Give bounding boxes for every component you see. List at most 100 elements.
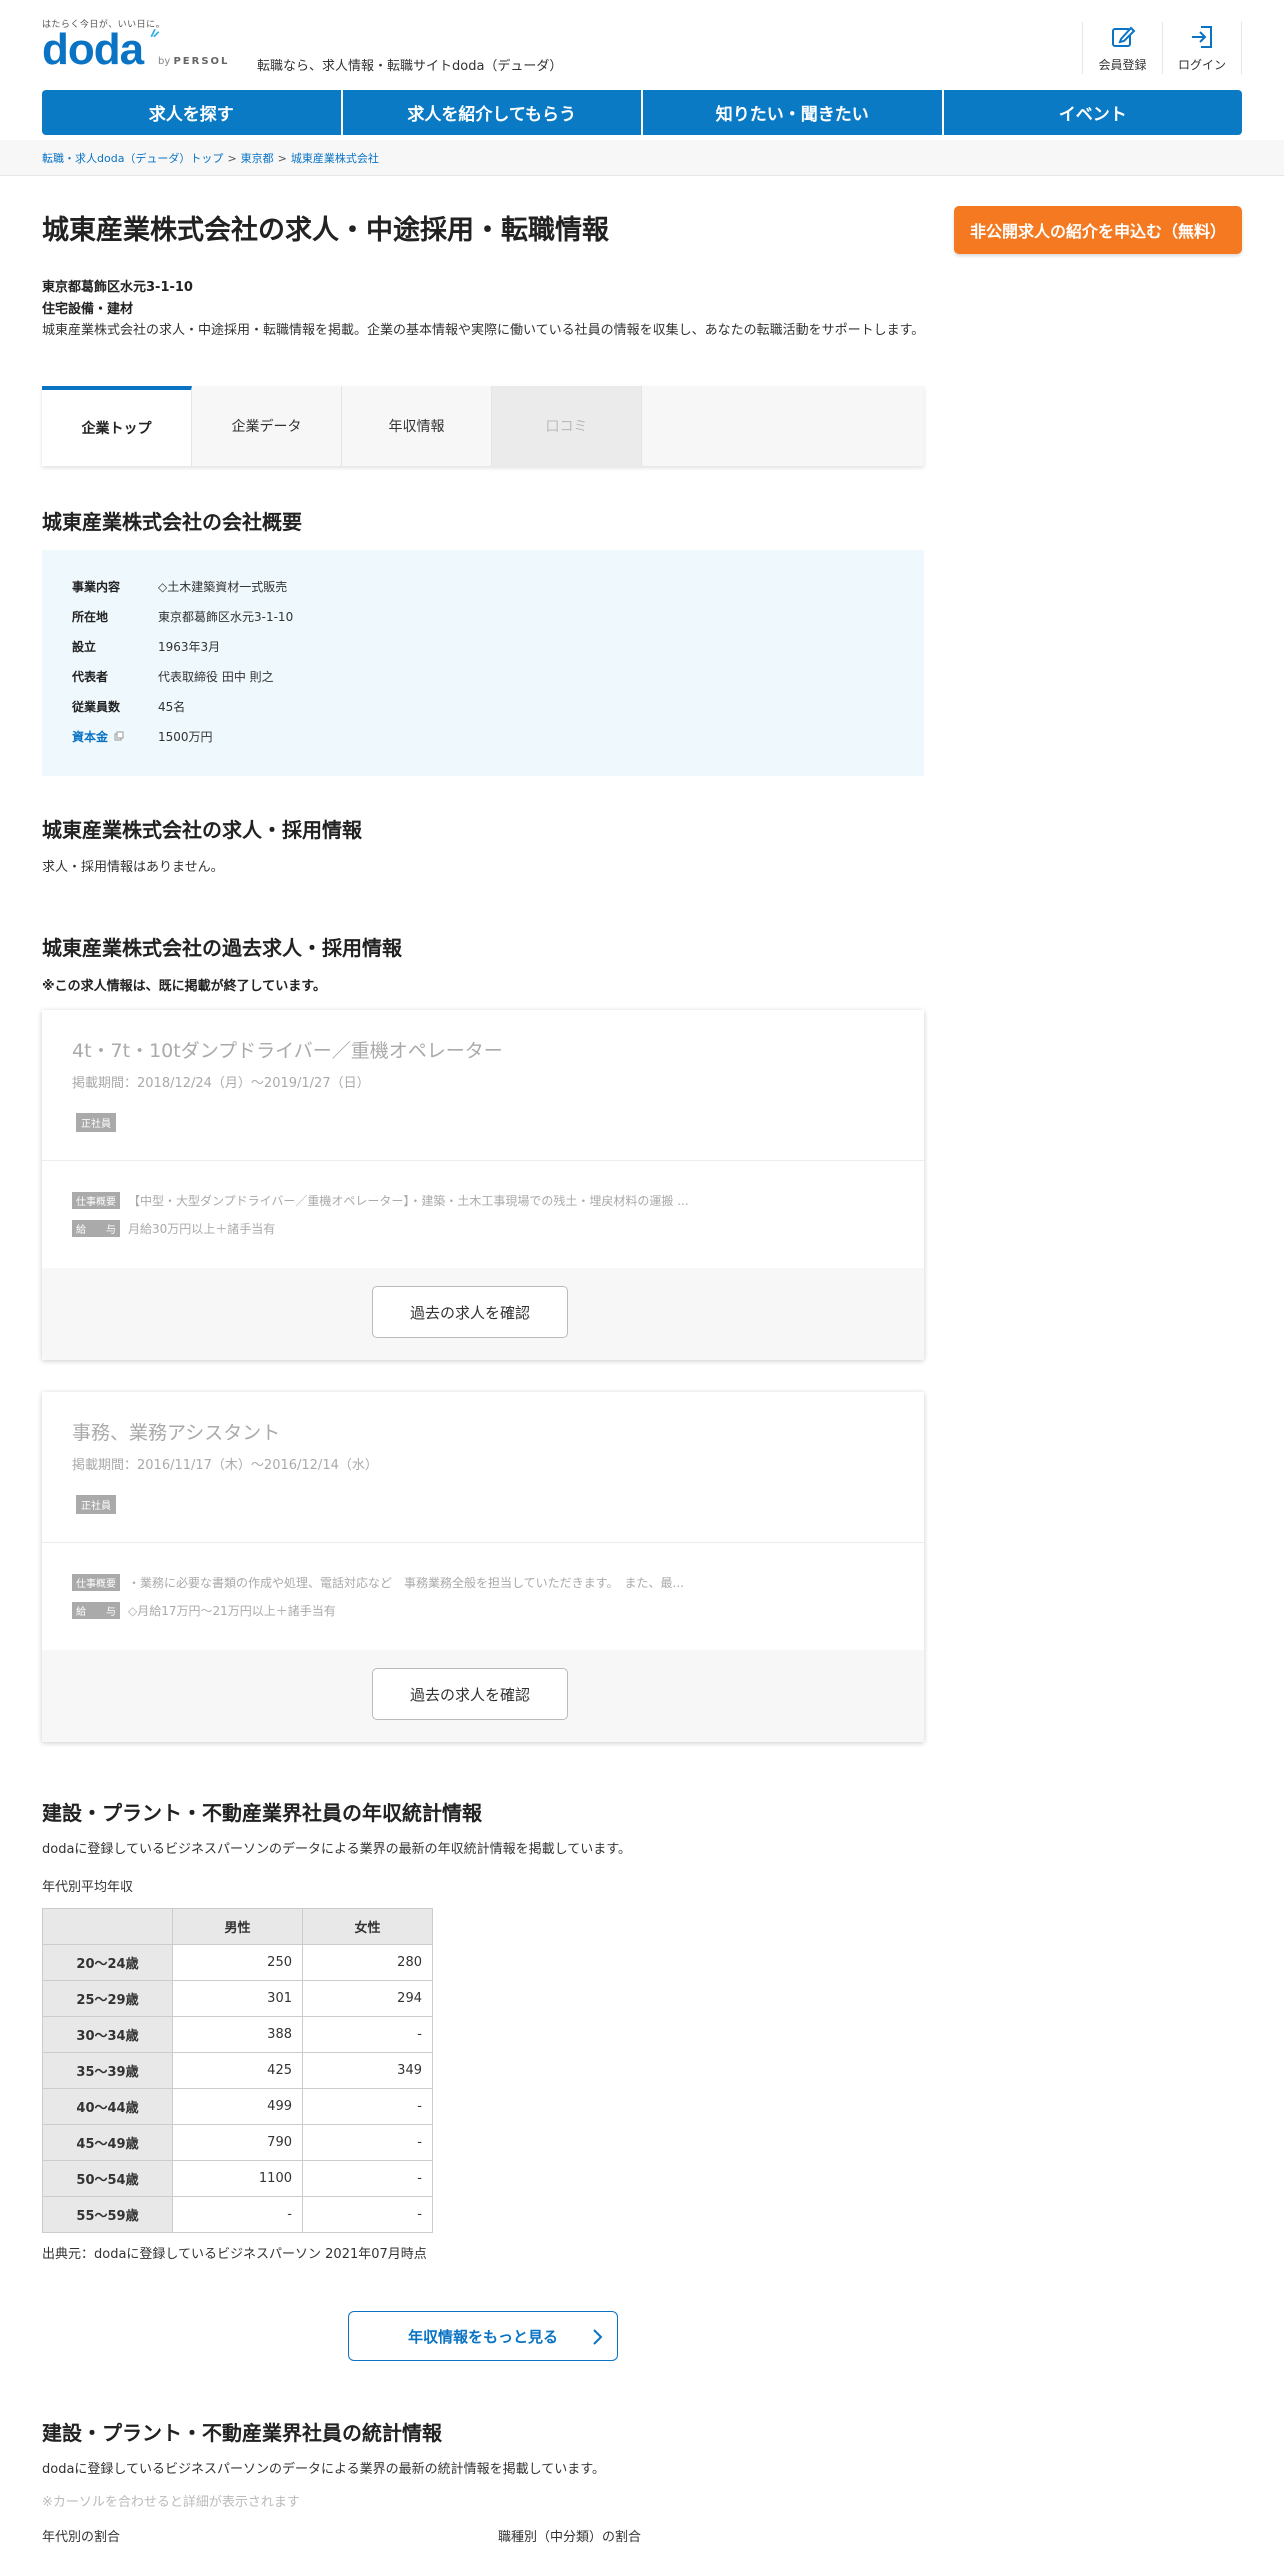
company-overview: 事業内容 ◇土木建築資材一式販売 所在地 東京都葛飾区水元3-1-10 設立 1…	[42, 550, 924, 776]
male-salary: 301	[172, 1980, 303, 2017]
job-salary: 給 与 ◇月給17万円～21万円以上＋諸手当有	[72, 1602, 336, 1619]
divider	[42, 1542, 924, 1543]
overview-row: 代表者 代表取締役 田中 則之	[72, 668, 274, 688]
view-past-job-button[interactable]: 過去の求人を確認	[372, 1668, 568, 1720]
nav-job-referral[interactable]: 求人を紹介してもらう	[342, 90, 643, 135]
login-button[interactable]: ログイン	[1162, 22, 1242, 74]
company-intro: 城東産業株式会社の求人・中途採用・転職情報を掲載。企業の基本情報や実際に働いてい…	[42, 323, 925, 338]
past-jobs-heading: 城東産業株式会社の過去求人・採用情報	[42, 936, 402, 960]
male-salary: 388	[172, 2016, 303, 2053]
job-title[interactable]: 事務、業務アシスタント	[72, 1418, 280, 1445]
employment-type-badge: 正社員	[76, 1113, 116, 1132]
overview-value: 1500万円	[158, 730, 213, 744]
nav-events[interactable]: イベント	[943, 90, 1242, 135]
salary-label: 給 与	[72, 1602, 120, 1619]
summary-text: 【中型・大型ダンプドライバー／重機オペレーター】・建築・土木工事現場での残土・埋…	[128, 1194, 689, 1208]
overview-key: 従業員数	[72, 700, 121, 714]
overview-heading: 城東産業株式会社の会社概要	[42, 510, 302, 534]
table-row: 55～59歳 - -	[42, 2196, 433, 2233]
company-tabs: 企業トップ 企業データ 年収情報 口コミ	[42, 386, 924, 466]
nav-find-jobs[interactable]: 求人を探す	[42, 90, 343, 135]
salary-table-caption: 年代別平均年収	[42, 1880, 134, 1895]
salary-label: 給 与	[72, 1220, 120, 1237]
breadcrumb-tokyo[interactable]: 東京都	[241, 152, 274, 165]
table-row: 40～44歳 499 -	[42, 2088, 433, 2125]
doda-logo[interactable]: doda	[42, 28, 144, 72]
salary-source: 出典元：dodaに登録しているビジネスパーソン 2021年07月時点	[42, 2247, 427, 2262]
logo-sparkle-icon	[150, 28, 160, 38]
summary-label: 仕事概要	[72, 1192, 120, 1209]
job-card-footer: 過去の求人を確認	[42, 1650, 924, 1742]
overview-key: 代表者	[72, 670, 109, 684]
chevron-right-icon	[593, 2329, 603, 2345]
apply-referral-button[interactable]: 非公開求人の紹介を申込む（無料）	[954, 206, 1242, 254]
stats-heading: 建設・プラント・不動産業界社員の統計情報	[42, 2421, 442, 2445]
age-group: 40～44歳	[42, 2088, 173, 2125]
male-salary: 425	[172, 2052, 303, 2089]
company-industry: 住宅設備・建材	[42, 302, 134, 317]
site-header: はたらく今日が、いい日に。 doda by PERSOL 転職なら、求人情報・転…	[0, 0, 1284, 80]
breadcrumb-separator: >	[227, 152, 237, 165]
male-salary: 790	[172, 2124, 303, 2161]
capital-link[interactable]: 資本金	[72, 728, 158, 748]
external-link-icon	[114, 731, 124, 741]
table-header-row: 男性 女性	[42, 1908, 433, 1945]
table-row: 20～24歳 250 280	[42, 1944, 433, 1981]
employment-type-badge: 正社員	[76, 1495, 116, 1514]
female-salary: -	[302, 2160, 433, 2197]
overview-row: 事業内容 ◇土木建築資材一式販売	[72, 578, 287, 598]
male-salary: 250	[172, 1944, 303, 1981]
breadcrumb-band: 転職・求人doda（デューダ）トップ > 東京都 > 城東産業株式会社	[0, 140, 1284, 176]
salary-table: 男性 女性 20～24歳 250 280 25～29歳 301 294 30～3…	[42, 1908, 433, 2233]
tab-company-top[interactable]: 企業トップ	[42, 386, 192, 466]
login-icon	[1192, 26, 1212, 48]
salary-text: 月給30万円以上＋諸手当有	[128, 1222, 276, 1236]
age-group: 35～39歳	[42, 2052, 173, 2089]
by-text: by	[158, 56, 171, 67]
company-address: 東京都葛飾区水元3-1-10	[42, 280, 193, 295]
more-salary-info-button[interactable]: 年収情報をもっと見る	[348, 2311, 618, 2361]
view-past-job-button[interactable]: 過去の求人を確認	[372, 1286, 568, 1338]
column-header-female: 女性	[302, 1908, 433, 1945]
summary-text: ・業務に必要な書類の作成や処理、電話対応など 事務業務全般を担当していただきます…	[128, 1576, 684, 1590]
female-salary: -	[302, 2088, 433, 2125]
edit-icon	[1111, 26, 1135, 47]
female-salary: 294	[302, 1980, 433, 2017]
nav-learn-ask[interactable]: 知りたい・聞きたい	[643, 90, 944, 135]
job-ratio-label: 職種別（中分類）の割合	[498, 2530, 642, 2545]
age-group: 50～54歳	[42, 2160, 173, 2197]
past-job-card: 事務、業務アシスタント 掲載期間：2016/11/17（木）～2016/12/1…	[42, 1392, 924, 1742]
stats-desc: dodaに登録しているビジネスパーソンのデータによる業界の最新の統計情報を掲載し…	[42, 2462, 605, 2477]
overview-value: 45名	[158, 700, 186, 714]
job-title[interactable]: 4t・7t・10tダンプドライバー／重機オペレーター	[72, 1036, 503, 1063]
hover-hint: ※カーソルを合わせると詳細が表示されます	[42, 2495, 300, 2510]
overview-value: 代表取締役 田中 則之	[158, 670, 274, 684]
table-row: 30～34歳 388 -	[42, 2016, 433, 2053]
capital-label: 資本金	[72, 730, 109, 744]
breadcrumb-company[interactable]: 城東産業株式会社	[291, 152, 379, 165]
past-jobs-note: ※この求人情報は、既に掲載が終了しています。	[42, 979, 326, 994]
overview-key: 所在地	[72, 610, 109, 624]
overview-value: 1963年3月	[158, 640, 221, 654]
breadcrumb-top[interactable]: 転職・求人doda（デューダ）トップ	[42, 152, 223, 165]
tab-salary-info[interactable]: 年収情報	[342, 386, 492, 466]
female-salary: -	[302, 2196, 433, 2233]
tab-company-data[interactable]: 企業データ	[192, 386, 342, 466]
summary-label: 仕事概要	[72, 1574, 120, 1591]
overview-value: ◇土木建築資材一式販売	[158, 580, 288, 594]
register-button[interactable]: 会員登録	[1082, 22, 1162, 74]
job-card-footer: 過去の求人を確認	[42, 1268, 924, 1360]
register-label: 会員登録	[1098, 58, 1147, 72]
past-job-card: 4t・7t・10tダンプドライバー／重機オペレーター 掲載期間：2018/12/…	[42, 1010, 924, 1360]
age-group: 30～34歳	[42, 2016, 173, 2053]
no-jobs-message: 求人・採用情報はありません。	[42, 860, 224, 875]
female-salary: -	[302, 2016, 433, 2053]
salary-text: ◇月給17万円～21万円以上＋諸手当有	[128, 1604, 336, 1618]
age-group: 55～59歳	[42, 2196, 173, 2233]
more-salary-label: 年収情報をもっと見る	[407, 2327, 558, 2346]
age-group: 20～24歳	[42, 1944, 173, 1981]
persol-byline: by PERSOL	[158, 56, 229, 67]
persol-brand: PERSOL	[173, 56, 230, 67]
breadcrumb-separator: >	[277, 152, 287, 165]
overview-row: 従業員数 45名	[72, 698, 185, 718]
